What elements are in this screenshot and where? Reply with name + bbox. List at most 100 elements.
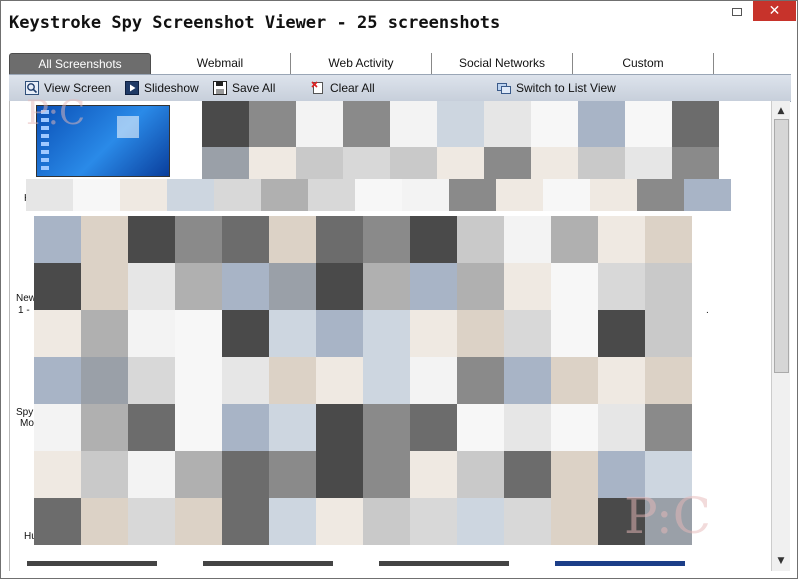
save-all-label: Save All — [232, 81, 276, 95]
mosaic-cell — [410, 404, 457, 451]
mosaic-cell — [26, 179, 73, 211]
tab-custom[interactable]: Custom — [573, 53, 714, 74]
mosaic-cell — [81, 357, 128, 404]
mosaic-cell — [128, 404, 175, 451]
mosaic-cell — [457, 357, 504, 404]
mosaic-cell — [222, 310, 269, 357]
scroll-down-arrow-icon[interactable]: ▼ — [773, 553, 789, 569]
screenshot-label: 1 - — [18, 305, 30, 316]
mosaic-cell — [175, 263, 222, 310]
mosaic-cell — [343, 101, 390, 147]
mosaic-cell — [316, 216, 363, 263]
mosaic-cell — [625, 101, 672, 147]
mosaic-cell — [645, 216, 692, 263]
mosaic-cell — [410, 310, 457, 357]
mosaic-cell — [504, 498, 551, 545]
slideshow-button[interactable]: Slideshow — [125, 79, 199, 97]
screenshot-grid: P:C H New 1 - . Spy Mo Hu P:C — [9, 93, 772, 571]
mosaic-cell — [410, 451, 457, 498]
next-row-thumbnails — [27, 561, 767, 569]
windows-logo-icon — [117, 116, 139, 138]
close-button[interactable]: ✕ — [753, 1, 796, 21]
mosaic-cell — [390, 101, 437, 147]
mosaic-cell — [645, 310, 692, 357]
mosaic-cell — [457, 498, 504, 545]
app-window: Keystroke Spy Screenshot Viewer - 25 scr… — [0, 0, 798, 579]
mosaic-cell — [551, 263, 598, 310]
mosaic-cell — [269, 263, 316, 310]
mosaic-cell — [316, 451, 363, 498]
mosaic-cell — [363, 357, 410, 404]
mosaic-cell — [81, 216, 128, 263]
tab-all-screenshots[interactable]: All Screenshots — [9, 53, 151, 75]
mosaic-cell — [645, 263, 692, 310]
mosaic-cell — [81, 404, 128, 451]
tab-social-networks[interactable]: Social Networks — [432, 53, 573, 74]
mosaic-cell — [175, 451, 222, 498]
clear-all-button[interactable]: Clear All — [311, 79, 375, 97]
mosaic-cell — [598, 310, 645, 357]
mosaic-cell — [222, 216, 269, 263]
tab-webmail[interactable]: Webmail — [150, 53, 291, 74]
mosaic-cell — [202, 101, 249, 147]
mosaic-cell — [402, 179, 449, 211]
mosaic-cell — [496, 179, 543, 211]
mosaic-cell — [363, 310, 410, 357]
mosaic-cell — [222, 263, 269, 310]
mosaic-cell — [410, 263, 457, 310]
title-bar: Keystroke Spy Screenshot Viewer - 25 scr… — [1, 1, 797, 49]
mosaic-cell — [222, 404, 269, 451]
mosaic-cell — [578, 101, 625, 147]
mosaic-cell — [175, 357, 222, 404]
mosaic-cell — [34, 404, 81, 451]
mosaic-cell — [363, 216, 410, 263]
mosaic-cell — [261, 179, 308, 211]
mosaic-cell — [175, 498, 222, 545]
save-all-button[interactable]: Save All — [213, 79, 275, 97]
mosaic-cell — [34, 310, 81, 357]
mosaic-cell — [598, 357, 645, 404]
mosaic-cell — [128, 357, 175, 404]
mosaic-cell — [296, 101, 343, 147]
mosaic-cell — [590, 179, 637, 211]
thumbnail-edge — [379, 561, 509, 566]
mosaic-cell — [34, 357, 81, 404]
play-icon — [125, 81, 139, 95]
toolbar: View Screen Slideshow Save All Clear All… — [9, 74, 791, 102]
switch-list-view-button[interactable]: Switch to List View — [497, 79, 616, 97]
mosaic-cell — [128, 451, 175, 498]
mosaic-cell — [484, 101, 531, 147]
restore-icon — [732, 8, 742, 16]
restore-button[interactable] — [729, 5, 745, 19]
scroll-up-arrow-icon[interactable]: ▲ — [773, 103, 789, 119]
thumbnail-edge — [555, 561, 685, 566]
mosaic-cell — [457, 310, 504, 357]
mosaic-cell — [222, 451, 269, 498]
clear-document-icon — [311, 81, 323, 94]
screenshot-label: New — [16, 293, 37, 304]
mosaic-cell — [645, 357, 692, 404]
mosaic-cell — [316, 263, 363, 310]
mosaic-cell — [363, 263, 410, 310]
mosaic-cell — [551, 357, 598, 404]
mosaic-cell — [81, 451, 128, 498]
thumbnail-edge — [27, 561, 157, 566]
mosaic-cell — [684, 179, 731, 211]
mosaic-cell — [551, 404, 598, 451]
mosaic-cell — [504, 263, 551, 310]
mosaic-cell — [437, 101, 484, 147]
scroll-thumb[interactable] — [774, 119, 789, 373]
mosaic-cell — [598, 263, 645, 310]
mosaic-cell — [175, 216, 222, 263]
vertical-scrollbar[interactable]: ▲ ▼ — [771, 101, 790, 571]
mosaic-cell — [410, 357, 457, 404]
clear-all-label: Clear All — [330, 81, 375, 95]
mosaic-cell — [316, 357, 363, 404]
mosaic-cell — [120, 179, 167, 211]
watermark-logo: P:C — [624, 487, 711, 545]
mosaic-cell — [175, 310, 222, 357]
mosaic-cell — [637, 179, 684, 211]
tab-web-activity[interactable]: Web Activity — [291, 53, 432, 74]
mosaic-cell — [34, 498, 81, 545]
floppy-disk-icon — [213, 81, 227, 95]
